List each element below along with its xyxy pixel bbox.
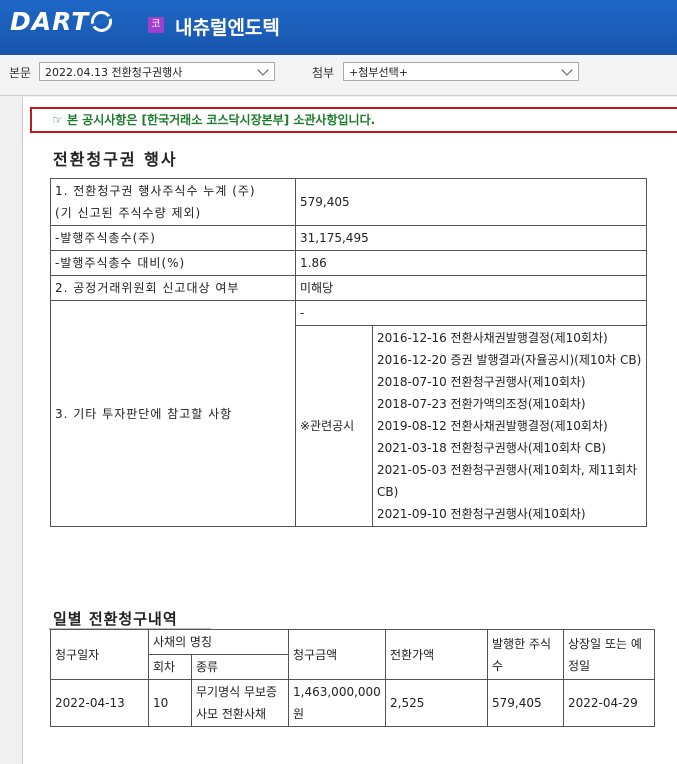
document-selector-bar: 본문 2022.04.13 전환청구권행사 첨부 +첨부선택+	[0, 55, 677, 96]
row-value: -	[295, 300, 647, 326]
cell-listing: 2022-04-29	[563, 679, 656, 727]
row-value: 31,175,495	[295, 225, 647, 251]
row-label: 3. 기타 투자판단에 참고할 사항	[50, 300, 296, 527]
main-doc-select[interactable]: 2022.04.13 전환청구권행사	[39, 62, 275, 81]
row-label: -발행주식총수 대비(%)	[50, 250, 296, 276]
table-row: -발행주식총수(주) 31,175,495	[50, 225, 647, 251]
header-kind: 종류	[190, 654, 290, 680]
row-value: 1.86	[295, 250, 647, 276]
list-item: 2021-09-10 전환청구권행사(제10회차)	[377, 507, 586, 521]
table-row: 2022-04-13 10 무기명식 무보증 사모 전환사채 1,463,000…	[50, 679, 656, 727]
daily-claims-table: 청구일자 사채의 명칭 청구금액 전환가액 발행한 주식수 상장일 또는 예정일…	[50, 629, 656, 727]
cell-date: 2022-04-13	[50, 679, 149, 727]
related-disclosure-label: ※관련공시	[295, 325, 373, 527]
list-item: 2018-07-23 전환가액의조정(제10회차)	[377, 397, 586, 411]
list-item: 2019-08-12 전환사채권발행결정(제10회차)	[377, 419, 608, 433]
row-label: -발행주식총수(주)	[50, 225, 296, 251]
chevron-down-icon	[257, 64, 269, 76]
table-row: 3. 기타 투자판단에 참고할 사항 -	[50, 300, 647, 527]
header-round: 회차	[148, 654, 192, 680]
header-price: 전환가액	[385, 629, 489, 680]
header-date: 청구일자	[50, 629, 149, 680]
attach-select[interactable]: +첨부선택+	[343, 62, 579, 81]
row-value: 미해당	[295, 275, 647, 301]
logo-mark-icon	[91, 10, 113, 32]
list-item: 2021-03-18 전환청구권행사(제10회차 CB)	[377, 441, 607, 455]
table-row: 1. 전환청구권 행사주식수 누계 (주) (기 신고된 주식수량 제외) 57…	[50, 178, 647, 226]
section-title-daily: 일별 전환청구내역	[53, 610, 178, 628]
header-shares: 발행한 주식수	[487, 629, 565, 680]
list-item: 2016-12-20 증권 발행결과(자율공시)(제10차 CB)	[377, 353, 642, 367]
list-item: 2016-12-16 전환사채권발행결정(제10회차)	[377, 331, 608, 345]
list-item: 2018-07-10 전환청구권행사(제10회차)	[377, 375, 586, 389]
jurisdiction-notice: ☞ 본 공시사항은 [한국거래소 코스닥시장본부] 소관사항입니다.	[30, 107, 677, 133]
top-header: DART 코 내츄럴엔도텍	[0, 0, 677, 55]
table-header-row: 청구일자 사채의 명칭 청구금액 전환가액 발행한 주식수 상장일 또는 예정일	[50, 629, 656, 680]
conversion-table: 1. 전환청구권 행사주식수 누계 (주) (기 신고된 주식수량 제외) 57…	[50, 178, 647, 527]
related-disclosure-list: 2016-12-16 전환사채권발행결정(제10회차) 2016-12-20 증…	[372, 325, 647, 527]
cell-shares: 579,405	[487, 679, 565, 727]
company-name: 내츄럴엔도텍	[175, 17, 280, 39]
cell-price: 2,525	[385, 679, 489, 727]
list-item: 2021-05-03 전환청구권행사(제10회차, 제11회차 CB)	[377, 463, 637, 499]
dart-logo[interactable]: DART	[10, 5, 113, 37]
chevron-down-icon	[561, 64, 573, 76]
header-amount: 청구금액	[288, 629, 387, 680]
document-viewer[interactable]: ☞ 본 공시사항은 [한국거래소 코스닥시장본부] 소관사항입니다. 전환청구권…	[22, 97, 677, 764]
cell-round: 10	[148, 679, 192, 727]
section-title-conversion: 전환청구권 행사	[53, 150, 178, 169]
row-label: 2. 공정거래위원회 신고대상 여부	[50, 275, 296, 301]
attach-select-value: +첨부선택+	[349, 66, 408, 79]
header-bond-name: 사채의 명칭	[147, 629, 290, 655]
cell-kind: 무기명식 무보증 사모 전환사채	[190, 679, 290, 727]
pointing-hand-icon: ☞	[52, 113, 63, 127]
header-listing: 상장일 또는 예정일	[563, 629, 656, 680]
market-badge: 코	[148, 17, 164, 33]
notice-text: 본 공시사항은 [한국거래소 코스닥시장본부] 소관사항입니다.	[66, 113, 376, 127]
main-doc-select-value: 2022.04.13 전환청구권행사	[45, 66, 183, 79]
row-value: 579,405	[295, 178, 647, 226]
attach-label: 첨부	[312, 66, 335, 80]
table-row: 2. 공정거래위원회 신고대상 여부 미해당	[50, 275, 647, 301]
logo-text: DART	[10, 6, 90, 36]
main-doc-label: 본문	[9, 66, 32, 80]
table-row: -발행주식총수 대비(%) 1.86	[50, 250, 647, 276]
cell-amount: 1,463,000,000원	[288, 679, 387, 727]
row-label: 1. 전환청구권 행사주식수 누계 (주) (기 신고된 주식수량 제외)	[50, 178, 296, 226]
